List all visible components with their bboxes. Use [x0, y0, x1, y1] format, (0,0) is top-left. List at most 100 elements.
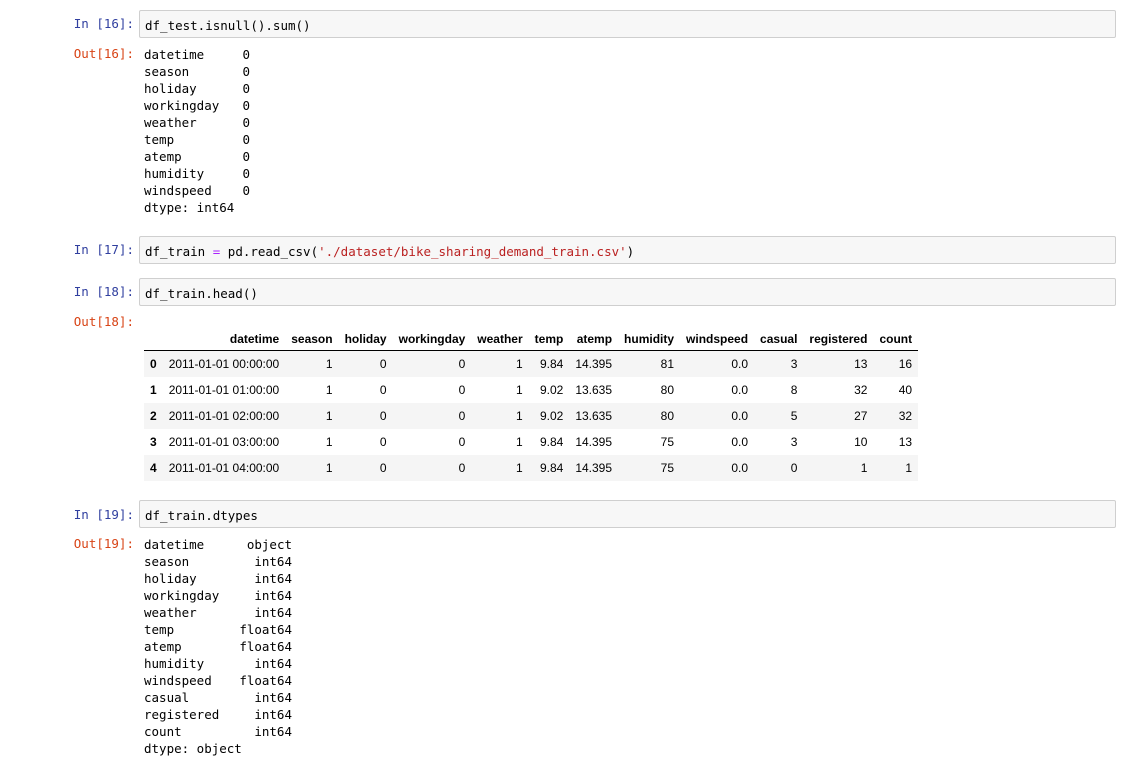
table-cell: 1 [325, 435, 333, 449]
table-cell: 2011-01-01 03:00:00 [168, 435, 280, 449]
table-cell: 1 [515, 461, 523, 475]
table-cell: 0 [379, 461, 387, 475]
table-cell: 1 [515, 435, 523, 449]
column-header: temp [528, 328, 570, 351]
series-index-label: holiday [144, 81, 197, 96]
table-cell: 0 [379, 435, 387, 449]
series-row: datetime object [144, 536, 292, 553]
code-cell-16[interactable]: df_test.isnull().sum() [139, 10, 1116, 38]
series-value: float64 [239, 639, 292, 654]
column-header: casual [754, 328, 804, 351]
code-call: pd.read_csv( [227, 244, 319, 259]
series-index-label: datetime [144, 47, 205, 62]
output-19: datetime object season int64 holiday int64 wor… [144, 536, 292, 757]
series-index-label: humidity [144, 656, 205, 671]
series-value: int64 [254, 571, 292, 586]
table-cell: 27 [854, 409, 868, 423]
table-cell: 81 [660, 357, 675, 371]
code-operator: = [205, 244, 228, 259]
table-cell: 75 [660, 461, 675, 475]
table-cell: 1 [325, 383, 333, 397]
table-row: 0 2011-01-01 00:00:00 1 0 0 1 9.84 14.395 81 0.0 3… [144, 350, 919, 377]
code-cell-17[interactable]: df_train = pd.read_csv('./dataset/bike_s… [139, 236, 1116, 264]
series-row: windspeed 0 [144, 182, 250, 199]
series-row: humidity int64 [144, 655, 292, 672]
code-cell-18[interactable]: df_train.head() [139, 278, 1116, 306]
code-string: './dataset/bike_sharing_demand_train.csv… [318, 244, 627, 259]
table-cell: 0.0 [731, 383, 749, 397]
table-cell: 13.635 [575, 409, 613, 423]
table-row: 2 2011-01-01 02:00:00 1 0 0 1 9.02 13.635 80 0.0 5… [144, 403, 919, 429]
series-row: temp float64 [144, 621, 292, 638]
table-cell: 1 [325, 461, 333, 475]
series-value: float64 [239, 673, 292, 688]
column-header: count [873, 328, 919, 351]
index-header [144, 328, 163, 351]
series-dtype: dtype: object [144, 741, 242, 756]
series-row: season 0 [144, 63, 250, 80]
table-cell: 5 [790, 409, 798, 423]
series-value: int64 [254, 707, 292, 722]
table-cell: 0 [458, 435, 466, 449]
series-row: registered int64 [144, 706, 292, 723]
table-cell: 0.0 [731, 461, 749, 475]
table-header-row: datetime season holiday workingday weather te… [144, 328, 919, 351]
table-cell: 32 [898, 409, 913, 423]
output-prompt-16: Out[16]: [73, 46, 134, 61]
column-header: season [285, 328, 339, 351]
series-index-label: weather [144, 605, 197, 620]
table-cell: 2011-01-01 02:00:00 [168, 409, 280, 423]
table-cell: 16 [898, 357, 913, 371]
table-cell: 1 [860, 461, 868, 475]
series-value: 0 [242, 115, 250, 130]
dataframe-table: datetime season holiday workingday weather te… [144, 328, 919, 481]
series-value: 0 [242, 98, 250, 113]
table-cell: 0 [458, 409, 466, 423]
series-value: 0 [242, 64, 250, 79]
series-row: weather 0 [144, 114, 250, 131]
table-cell: 14.395 [575, 461, 613, 475]
series-index-label: workingday [144, 588, 220, 603]
series-row: weather int64 [144, 604, 292, 621]
series-index-label: holiday [144, 571, 197, 586]
table-cell: 3 [790, 435, 798, 449]
series-index-label: temp [144, 132, 175, 147]
input-prompt-16: In [16]: [73, 16, 134, 31]
code-cell-19[interactable]: df_train.dtypes [139, 500, 1116, 528]
table-cell: 0 [379, 383, 387, 397]
series-dtype: dtype: int64 [144, 200, 235, 215]
series-row: casual int64 [144, 689, 292, 706]
series-value: object [246, 537, 292, 552]
column-header: datetime [162, 328, 286, 351]
table-cell: 14.395 [575, 357, 613, 371]
row-index: 2 [150, 409, 157, 423]
code-close: ) [626, 244, 635, 259]
row-index: 1 [150, 383, 157, 397]
table-cell: 13 [898, 435, 913, 449]
table-cell: 9.84 [539, 461, 564, 475]
series-value: 0 [242, 166, 250, 181]
input-prompt-19: In [19]: [73, 507, 134, 522]
column-header: workingday [392, 328, 472, 351]
series-value: 0 [242, 183, 250, 198]
column-header: holiday [338, 328, 393, 351]
input-prompt-18: In [18]: [73, 284, 134, 299]
series-index-label: temp [144, 622, 175, 637]
table-cell: 0 [379, 357, 387, 371]
series-value: 0 [242, 81, 250, 96]
column-header: weather [471, 328, 529, 351]
table-cell: 0 [790, 461, 798, 475]
table-cell: 9.84 [539, 435, 564, 449]
series-index-label: atemp [144, 149, 182, 164]
table-cell: 1 [515, 383, 523, 397]
series-row: windspeed float64 [144, 672, 292, 689]
code-text-16: df_test.isnull().sum() [145, 18, 311, 33]
table-cell: 0 [458, 357, 466, 371]
code-var: df_train [145, 244, 206, 259]
row-index: 4 [150, 461, 157, 475]
table-cell: 2011-01-01 04:00:00 [168, 461, 280, 475]
table-cell: 0.0 [731, 409, 749, 423]
series-index-label: season [144, 554, 190, 569]
table-cell: 9.02 [539, 409, 564, 423]
table-cell: 0.0 [731, 435, 749, 449]
